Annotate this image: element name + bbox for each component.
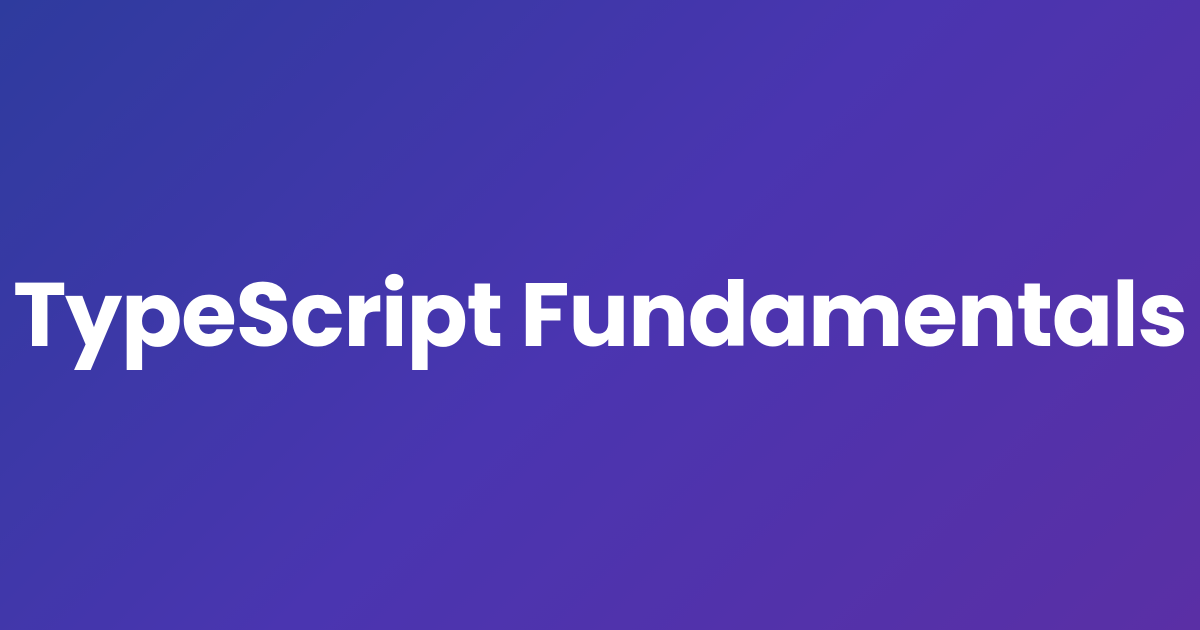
hero-banner: TypeScript Fundamentals [0, 0, 1200, 630]
page-title: TypeScript Fundamentals [13, 263, 1187, 367]
